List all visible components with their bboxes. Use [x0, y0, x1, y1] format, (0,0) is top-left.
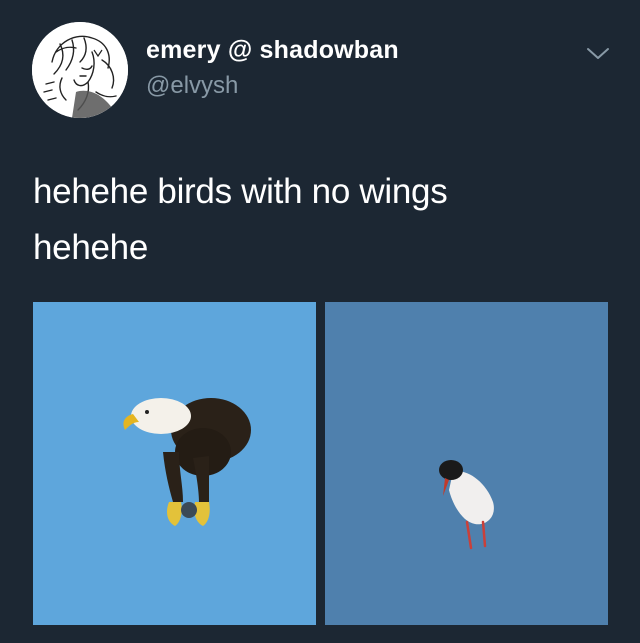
avatar-drawing — [32, 22, 128, 118]
tweet-text-line-2: hehehe — [33, 228, 148, 267]
tweet: emery @ shadowban @elvysh hehehe birds w… — [0, 0, 640, 643]
tern-image — [325, 302, 608, 625]
user-handle[interactable]: @elvysh — [146, 72, 238, 100]
chevron-down-icon[interactable] — [586, 44, 610, 62]
avatar[interactable] — [32, 22, 128, 118]
display-name[interactable]: emery @ shadowban — [146, 36, 399, 65]
tweet-text: hehehe birds with no wings hehehe — [33, 164, 613, 276]
media-image-eagle[interactable] — [33, 302, 316, 625]
media-image-tern[interactable] — [325, 302, 608, 625]
tweet-text-line-1: hehehe birds with no wings — [33, 172, 448, 211]
eagle-image — [33, 302, 316, 625]
